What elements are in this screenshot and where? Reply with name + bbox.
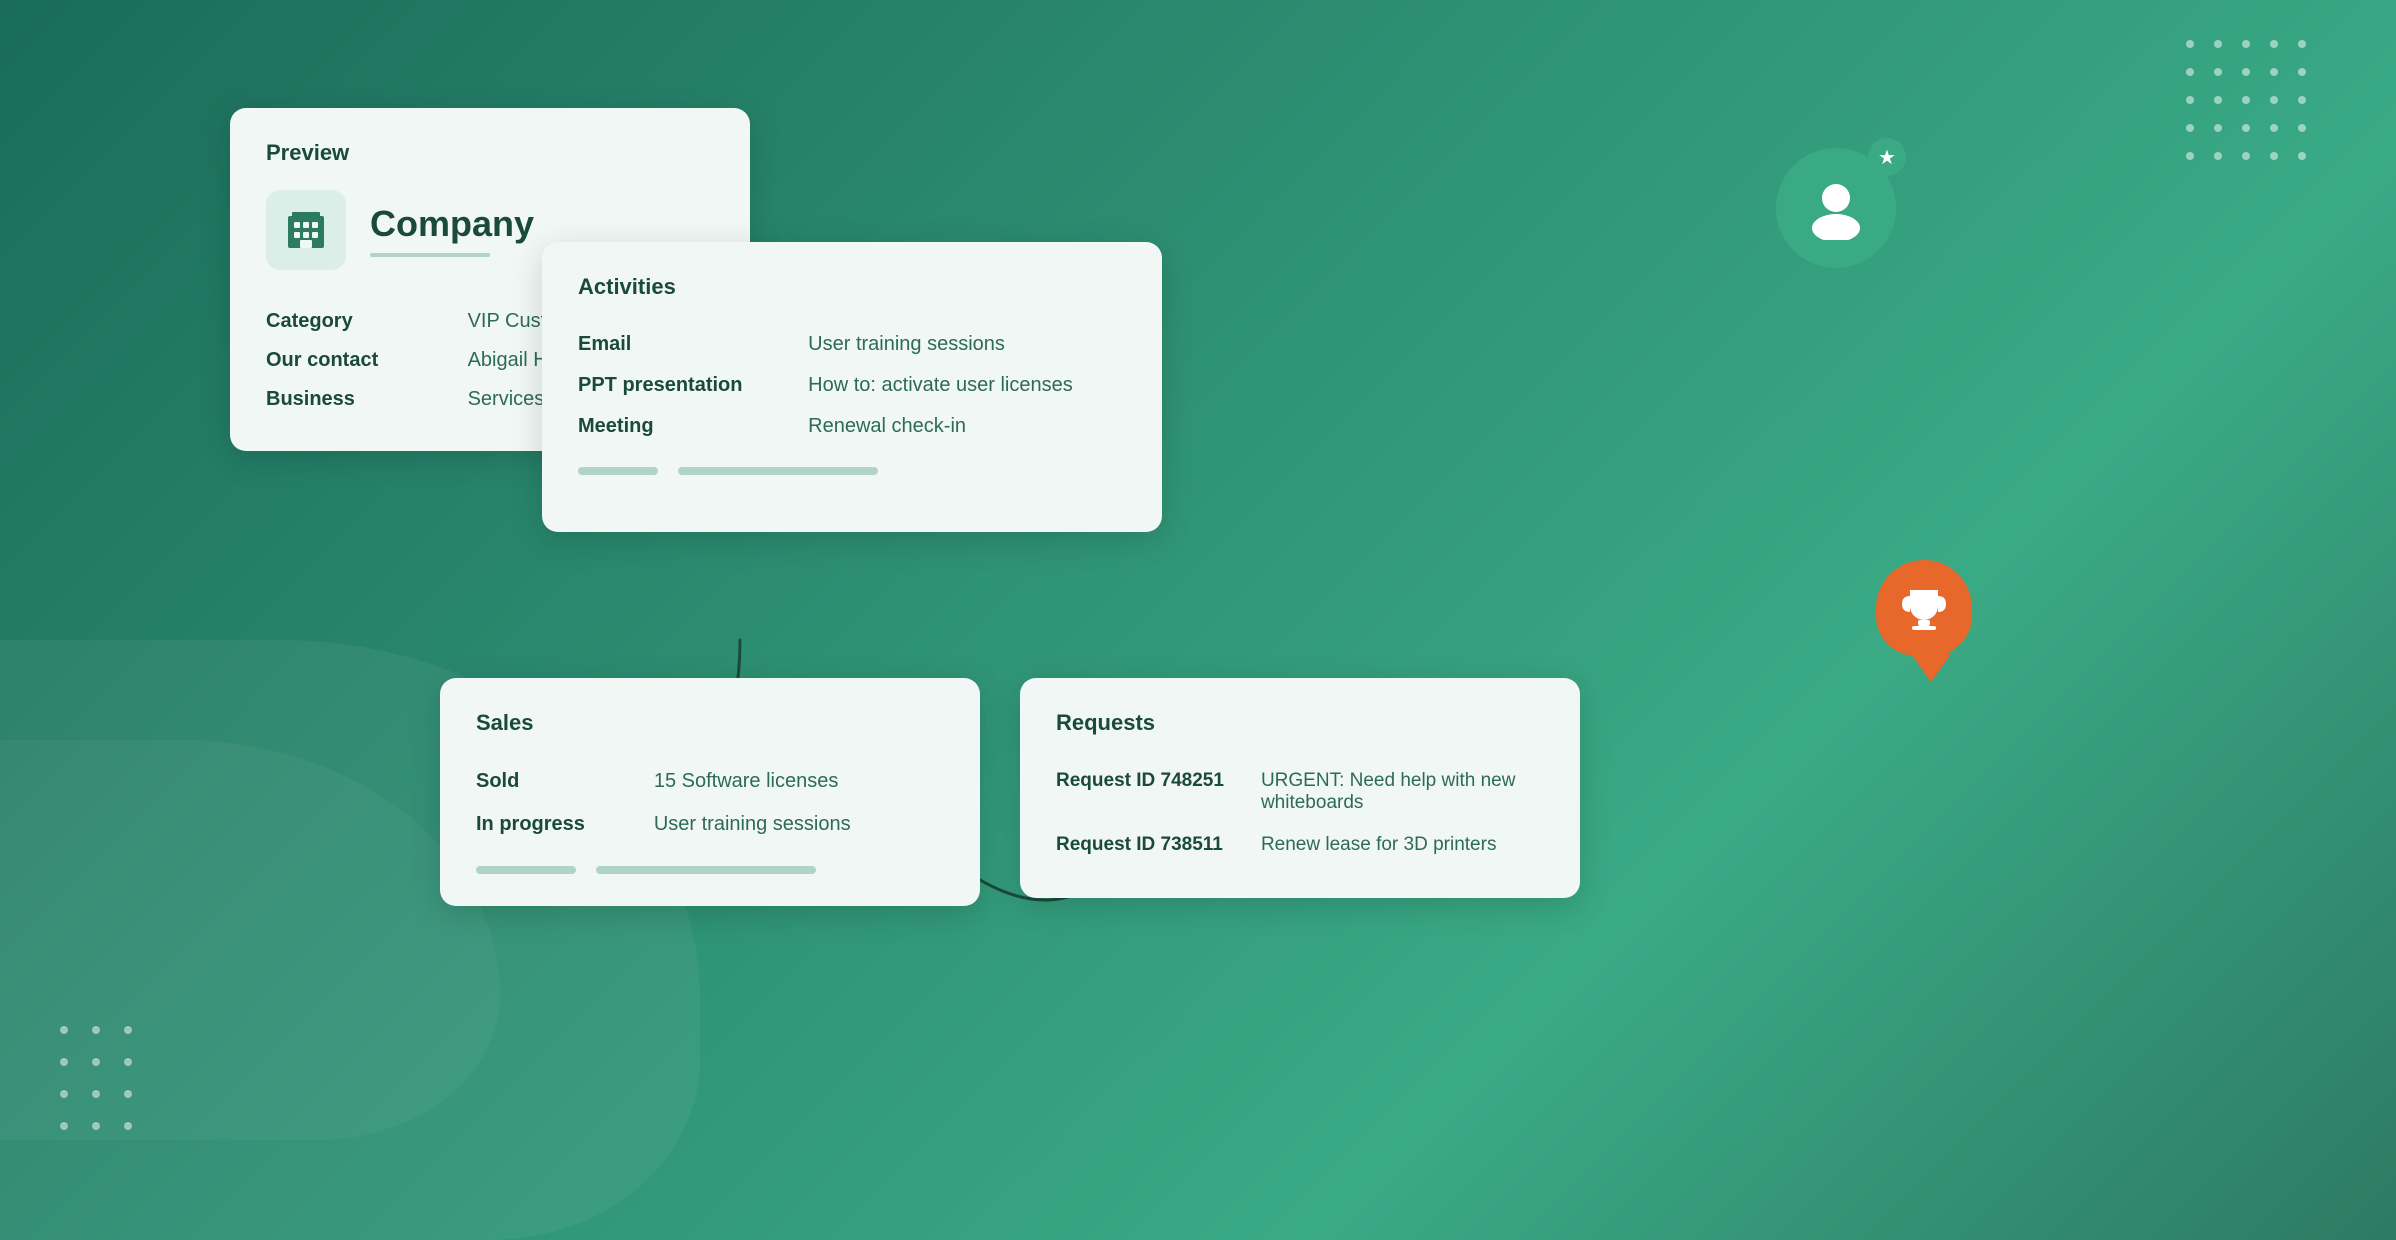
table-row: PPT presentation How to: activate user l… (578, 365, 1126, 406)
requests-card-title: Requests (1056, 710, 1544, 736)
activity-value: User training sessions (808, 324, 1126, 365)
footer-bar-1 (476, 866, 576, 874)
company-underline (370, 253, 490, 257)
company-icon (266, 190, 346, 270)
activity-label: PPT presentation (578, 365, 808, 406)
table-row: Meeting Renewal check-in (578, 406, 1126, 447)
sales-label: Sold (476, 760, 654, 803)
footer-bar-1 (578, 467, 658, 475)
sales-value: User training sessions (654, 803, 944, 846)
activities-card-title: Activities (578, 274, 1126, 300)
sales-value: 15 Software licenses (654, 760, 944, 803)
preview-card-title: Preview (266, 140, 714, 166)
sales-label: In progress (476, 803, 654, 846)
request-label: Request ID 738511 (1056, 824, 1261, 866)
table-row: Request ID 738511 Renew lease for 3D pri… (1056, 824, 1544, 866)
company-name: Company (370, 203, 534, 245)
trophy-badge (1876, 560, 1986, 680)
activity-value: Renewal check-in (808, 406, 1126, 447)
requests-card: Requests Request ID 748251 URGENT: Need … (1020, 678, 1580, 898)
request-value: Renew lease for 3D printers (1261, 824, 1544, 866)
sales-card-title: Sales (476, 710, 944, 736)
dot-grid-bottom-left (60, 1026, 142, 1140)
table-row: Email User training sessions (578, 324, 1126, 365)
activities-table: Email User training sessions PPT present… (578, 324, 1126, 447)
field-label: Business (266, 380, 468, 419)
avatar-container: ★ (1776, 148, 1896, 268)
table-row: In progress User training sessions (476, 803, 944, 846)
company-info: Company (370, 203, 534, 257)
dot-grid-top-right (2186, 40, 2316, 170)
activity-label: Email (578, 324, 808, 365)
request-label: Request ID 748251 (1056, 760, 1261, 824)
table-row: Sold 15 Software licenses (476, 760, 944, 803)
activity-label: Meeting (578, 406, 808, 447)
activities-footer-bars (578, 467, 1126, 475)
field-label: Category (266, 302, 468, 341)
table-row: Request ID 748251 URGENT: Need help with… (1056, 760, 1544, 824)
request-value: URGENT: Need help with new whiteboards (1261, 760, 1544, 824)
trophy-tail (1911, 654, 1951, 682)
star-badge: ★ (1868, 138, 1906, 176)
activities-card: Activities Email User training sessions … (542, 242, 1162, 532)
activity-value: How to: activate user licenses (808, 365, 1126, 406)
sales-table: Sold 15 Software licenses In progress Us… (476, 760, 944, 846)
sales-card: Sales Sold 15 Software licenses In progr… (440, 678, 980, 906)
footer-bar-2 (678, 467, 878, 475)
sales-footer-bars (476, 866, 944, 874)
field-label: Our contact (266, 341, 468, 380)
footer-bar-2 (596, 866, 816, 874)
requests-table: Request ID 748251 URGENT: Need help with… (1056, 760, 1544, 866)
trophy-circle (1876, 560, 1972, 656)
